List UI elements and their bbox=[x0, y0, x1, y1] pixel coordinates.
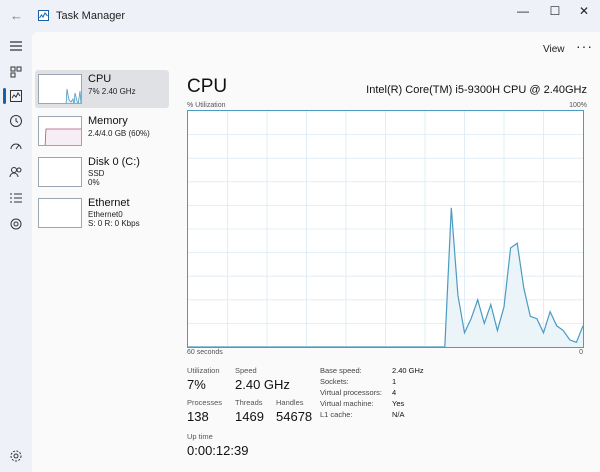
spec-key: Virtual processors: bbox=[320, 388, 382, 397]
graph-x-min-label: 0 bbox=[579, 349, 583, 356]
resource-name: Disk 0 (C:) bbox=[88, 156, 140, 168]
spec-value: Yes bbox=[392, 399, 405, 408]
processes-icon[interactable] bbox=[8, 64, 24, 80]
resource-usage: 2.4/4.0 GB (60%) bbox=[88, 129, 150, 138]
memory-thumbnail-graph bbox=[38, 116, 82, 146]
spec-key: Base speed: bbox=[320, 366, 362, 375]
back-arrow-icon[interactable]: ← bbox=[10, 8, 23, 23]
resource-usage: 7% 2.40 GHz bbox=[88, 87, 136, 96]
cpu-model: Intel(R) Core(TM) i5-9300H CPU @ 2.40GHz bbox=[366, 84, 587, 96]
speed-stat: Speed 2.40 GHz bbox=[235, 366, 290, 392]
spec-value: 2.40 GHz bbox=[392, 366, 424, 375]
processes-stat: Processes 138 bbox=[187, 398, 222, 424]
stat-label: Speed bbox=[235, 366, 257, 375]
stat-label: Utilization bbox=[187, 366, 220, 375]
stat-label: Threads bbox=[235, 398, 263, 407]
close-button[interactable]: ✕ bbox=[569, 0, 599, 22]
resource-name: CPU bbox=[88, 73, 112, 85]
startup-apps-icon[interactable] bbox=[8, 138, 24, 154]
maximize-button[interactable]: ☐ bbox=[540, 0, 570, 22]
hamburger-menu-icon[interactable] bbox=[8, 38, 24, 54]
stat-value: 1469 bbox=[235, 409, 264, 424]
performance-icon[interactable] bbox=[8, 88, 24, 104]
resource-name: Memory bbox=[88, 115, 128, 127]
handles-stat: Handles 54678 bbox=[276, 398, 312, 424]
window-title: Task Manager bbox=[56, 10, 126, 22]
settings-gear-icon[interactable] bbox=[8, 448, 24, 464]
nav-rail bbox=[0, 32, 32, 472]
spec-key: Virtual machine: bbox=[320, 399, 374, 408]
resource-name: Ethernet bbox=[88, 197, 130, 209]
resource-usage: S: 0 R: 0 Kbps bbox=[88, 219, 140, 228]
spec-value: 4 bbox=[392, 388, 397, 397]
resource-item-memory[interactable]: Memory 2.4/4.0 GB (60%) bbox=[35, 112, 169, 150]
stat-label: Processes bbox=[187, 398, 223, 407]
resource-type: SSD bbox=[88, 169, 105, 178]
spec-key: L1 cache: bbox=[320, 410, 353, 419]
resource-usage: 0% bbox=[88, 178, 100, 187]
resource-item-disk[interactable]: Disk 0 (C:) SSD 0% bbox=[35, 153, 169, 191]
stat-value: 54678 bbox=[276, 409, 313, 424]
disk-thumbnail-graph bbox=[38, 157, 82, 187]
threads-stat: Threads 1469 bbox=[235, 398, 264, 424]
adapter-name: Ethernet0 bbox=[88, 210, 123, 219]
services-icon[interactable] bbox=[8, 216, 24, 232]
stat-label: Handles bbox=[276, 398, 304, 407]
cpu-thumbnail-graph bbox=[38, 74, 82, 104]
cpu-detail-pane: CPU Intel(R) Core(TM) i5-9300H CPU @ 2.4… bbox=[187, 72, 587, 472]
minimize-button[interactable]: — bbox=[508, 0, 538, 22]
stat-value: 0:00:12:39 bbox=[187, 443, 249, 458]
graph-x-axis-label: 60 seconds bbox=[187, 349, 223, 356]
uptime-stat: Up time 0:00:12:39 bbox=[187, 432, 248, 458]
spec-key: Sockets: bbox=[320, 377, 349, 386]
details-icon[interactable] bbox=[8, 190, 24, 206]
title-bar: ← Task Manager — ☐ ✕ bbox=[0, 0, 600, 32]
task-manager-app-icon bbox=[38, 10, 49, 21]
spec-value: N/A bbox=[392, 410, 405, 419]
users-icon[interactable] bbox=[8, 164, 24, 180]
resource-item-ethernet[interactable]: Ethernet Ethernet0 S: 0 R: 0 Kbps bbox=[35, 194, 169, 232]
resource-item-cpu[interactable]: CPU 7% 2.40 GHz bbox=[35, 70, 169, 108]
graph-y-max-label: 100% bbox=[569, 102, 587, 109]
stat-label: Up time bbox=[187, 432, 213, 441]
more-options-button[interactable]: ··· bbox=[576, 38, 593, 54]
stat-value: 2.40 GHz bbox=[235, 377, 290, 392]
view-button[interactable]: View bbox=[543, 44, 565, 55]
utilization-stat: Utilization 7% bbox=[187, 366, 220, 392]
ethernet-thumbnail-graph bbox=[38, 198, 82, 228]
spec-value: 1 bbox=[392, 377, 397, 386]
stat-value: 7% bbox=[187, 377, 206, 392]
main-content: View ··· CPU 7% 2.40 GHz Memory 2.4/4.0 … bbox=[32, 32, 600, 472]
stat-value: 138 bbox=[187, 409, 209, 424]
active-nav-indicator bbox=[3, 88, 6, 104]
graph-y-axis-label: % Utilization bbox=[187, 102, 226, 109]
page-title: CPU bbox=[187, 76, 228, 97]
app-history-icon[interactable] bbox=[8, 113, 24, 129]
cpu-utilization-graph bbox=[187, 110, 584, 348]
